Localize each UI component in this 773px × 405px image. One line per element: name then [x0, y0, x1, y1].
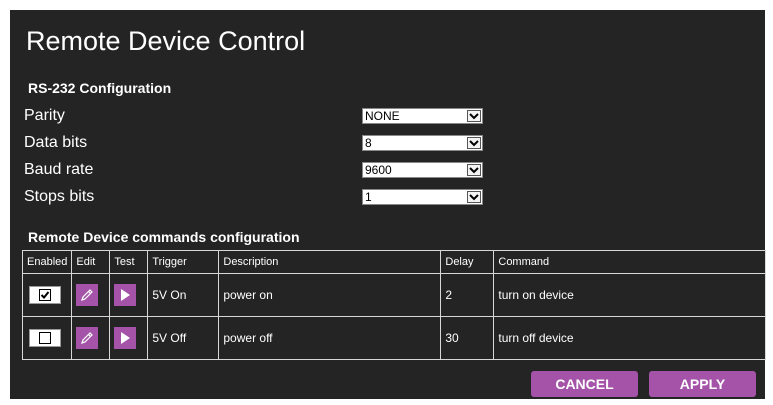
- chevron-down-icon: [467, 164, 481, 176]
- apply-button[interactable]: APPLY: [649, 371, 756, 397]
- checkbox-box: [39, 332, 51, 344]
- col-trigger: Trigger: [147, 250, 220, 274]
- edit-button[interactable]: [76, 284, 99, 306]
- trigger-cell: 5V On: [147, 273, 220, 317]
- table-row: 5V Off power off 30 turn off device: [21, 316, 766, 360]
- stop-bits-select[interactable]: 1: [362, 189, 483, 205]
- baud-rate-select[interactable]: 9600: [362, 162, 483, 178]
- enabled-checkbox[interactable]: [29, 286, 61, 304]
- col-delay: Delay: [440, 250, 495, 274]
- stop-bits-value: 1: [365, 190, 372, 204]
- description-cell: power off: [218, 316, 442, 360]
- table-row: 5V On power on 2 turn on device: [21, 273, 766, 317]
- rs232-section-title: RS-232 Configuration: [28, 80, 172, 96]
- edit-button[interactable]: [76, 327, 99, 349]
- col-description: Description: [218, 250, 442, 274]
- baud-rate-value: 9600: [365, 163, 392, 177]
- parity-label: Parity: [24, 107, 65, 124]
- pencil-icon: [81, 332, 94, 344]
- baud-rate-label: Baud rate: [24, 161, 94, 178]
- cancel-button[interactable]: CANCEL: [531, 371, 638, 397]
- data-bits-select[interactable]: 8: [362, 135, 483, 151]
- parity-select[interactable]: NONE: [362, 108, 483, 124]
- remote-device-control-panel: Remote Device Control RS-232 Configurati…: [10, 10, 766, 399]
- command-cell: turn off device: [493, 316, 766, 360]
- trigger-cell: 5V Off: [147, 316, 220, 360]
- chevron-down-icon: [467, 137, 481, 149]
- delay-cell: 30: [440, 316, 495, 360]
- pencil-icon: [81, 289, 94, 301]
- data-bits-label: Data bits: [24, 134, 88, 151]
- stop-bits-label: Stops bits: [24, 188, 95, 205]
- page-title: Remote Device Control: [26, 26, 306, 56]
- checkmark-icon: [40, 291, 50, 299]
- col-test: Test: [109, 250, 149, 274]
- test-button[interactable]: [114, 327, 137, 349]
- col-command: Command: [493, 250, 766, 274]
- enabled-checkbox[interactable]: [29, 329, 61, 347]
- table-header-row: Enabled Edit Test Trigger Description De…: [21, 250, 766, 274]
- commands-section-title: Remote Device commands configuration: [28, 229, 300, 245]
- delay-cell: 2: [440, 273, 495, 317]
- description-cell: power on: [218, 273, 442, 317]
- col-edit: Edit: [71, 250, 111, 274]
- parity-value: NONE: [365, 109, 400, 123]
- checkbox-box: [39, 289, 51, 301]
- col-enabled: Enabled: [21, 250, 73, 274]
- command-cell: turn on device: [493, 273, 766, 317]
- chevron-down-icon: [467, 191, 481, 203]
- data-bits-value: 8: [365, 136, 372, 150]
- commands-table: Enabled Edit Test Trigger Description De…: [21, 250, 766, 360]
- play-icon: [121, 289, 131, 301]
- test-button[interactable]: [114, 284, 137, 306]
- play-icon: [121, 332, 131, 344]
- chevron-down-icon: [467, 110, 481, 122]
